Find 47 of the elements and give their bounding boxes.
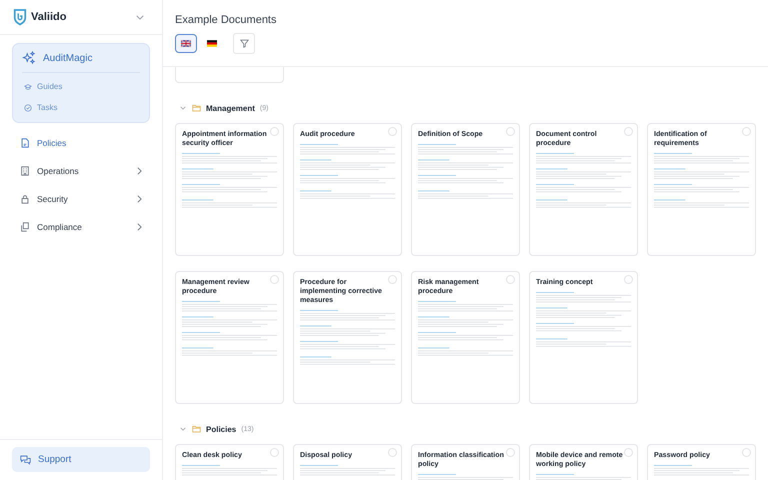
- support-button[interactable]: Support: [12, 447, 150, 472]
- select-radio[interactable]: [270, 275, 279, 284]
- chevron-down-icon[interactable]: [180, 106, 186, 110]
- chevron-right-icon: [137, 167, 142, 175]
- page-title: Example Documents: [175, 14, 278, 26]
- group-name[interactable]: Management: [206, 104, 255, 112]
- folder-icon: [192, 104, 201, 112]
- filter-icon: [240, 39, 248, 48]
- chevron-right-icon: [137, 195, 142, 203]
- select-radio[interactable]: [388, 275, 397, 284]
- select-radio[interactable]: [388, 448, 397, 457]
- building-icon: [20, 166, 30, 176]
- select-radio[interactable]: [742, 448, 751, 457]
- select-radio[interactable]: [624, 275, 633, 284]
- select-radio[interactable]: [506, 275, 515, 284]
- auditmagic-title[interactable]: AuditMagic: [43, 52, 92, 64]
- select-radio[interactable]: [270, 127, 279, 136]
- graduation-cap-icon: [24, 82, 32, 90]
- select-radio[interactable]: [270, 448, 279, 457]
- chevron-right-icon: [137, 223, 142, 231]
- group-name[interactable]: Policies: [206, 424, 236, 434]
- chevron-down-icon[interactable]: [136, 14, 144, 20]
- select-radio[interactable]: [506, 127, 515, 136]
- document-icon: [20, 138, 30, 148]
- select-radio[interactable]: [506, 448, 515, 457]
- select-radio[interactable]: [624, 448, 633, 457]
- uk-flag-icon: [181, 40, 191, 47]
- nav-item[interactable]: Compliance: [12, 213, 150, 241]
- copy-icon: [20, 222, 30, 232]
- nav-item[interactable]: Policies: [12, 129, 150, 157]
- brand-name: Valiido: [31, 11, 66, 23]
- filter-button[interactable]: [233, 33, 255, 54]
- language-button[interactable]: [175, 34, 197, 53]
- lock-icon: [20, 194, 30, 204]
- shield-logo-icon: [13, 8, 27, 26]
- chevron-down-icon[interactable]: [180, 427, 186, 431]
- german-flag-icon: [207, 40, 217, 47]
- chat-bubbles-icon: [20, 454, 31, 464]
- select-radio[interactable]: [624, 127, 633, 136]
- folder-icon: [192, 425, 201, 433]
- document-card[interactable]: [175, 67, 284, 83]
- nav-item[interactable]: Security: [12, 185, 150, 213]
- select-radio[interactable]: [742, 127, 751, 136]
- nav-item[interactable]: Operations: [12, 157, 150, 185]
- check-circle-icon: [24, 104, 32, 112]
- select-radio[interactable]: [388, 127, 397, 136]
- sparkles-icon: [22, 51, 36, 65]
